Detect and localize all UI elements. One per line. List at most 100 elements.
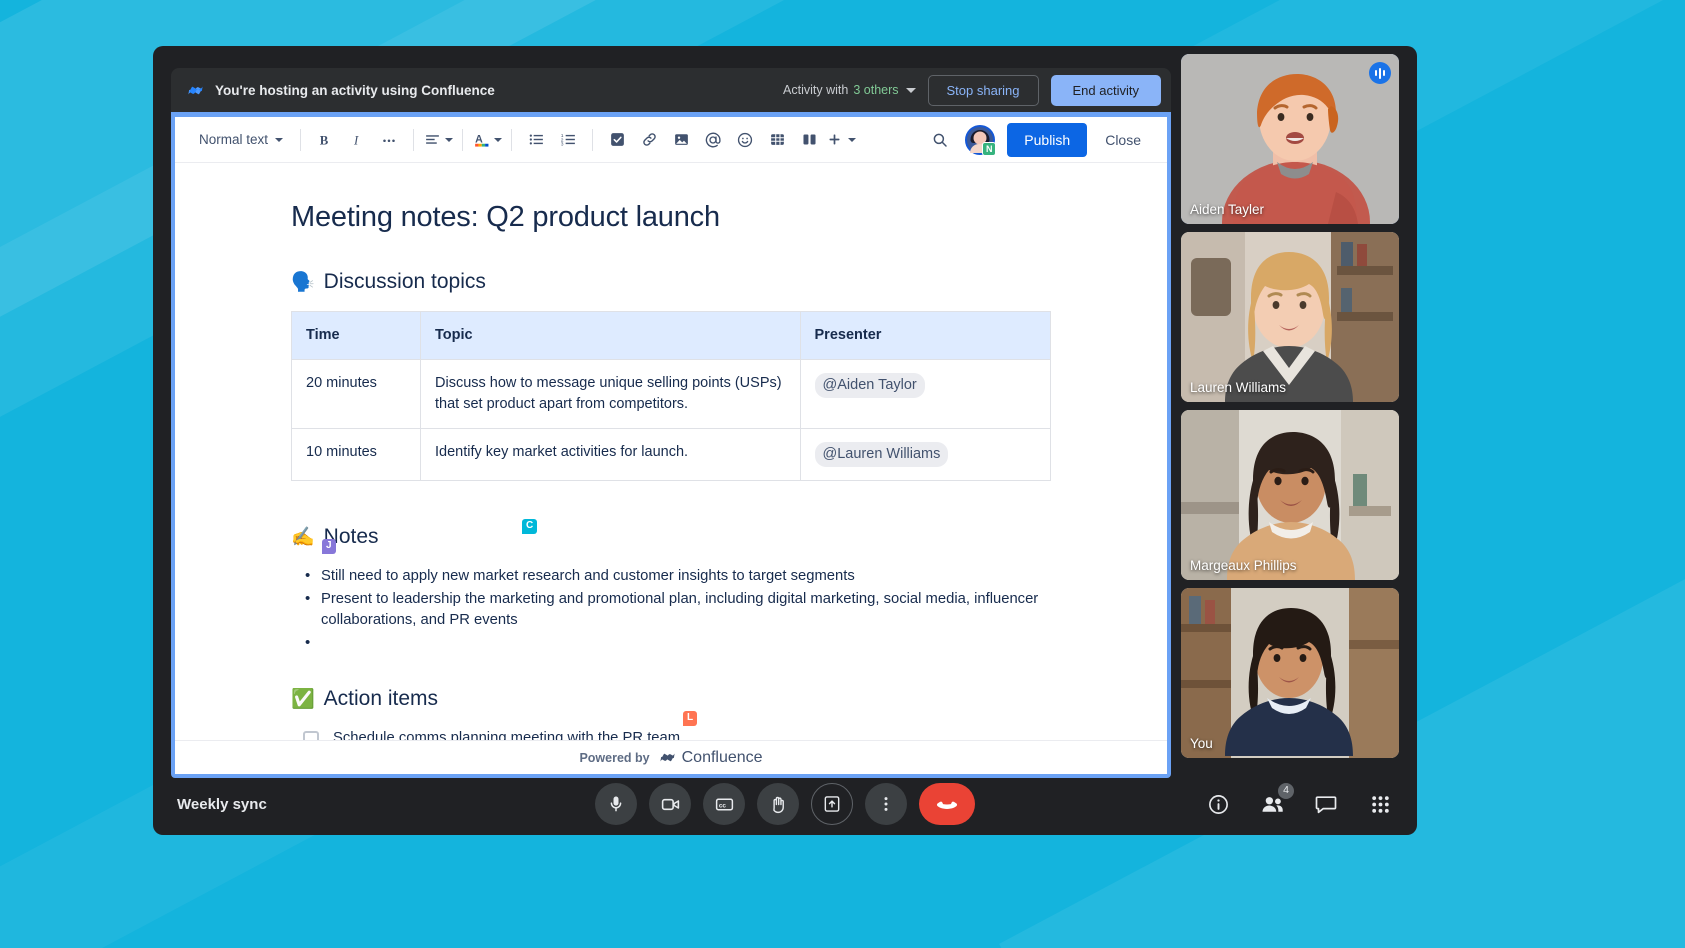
- publish-button[interactable]: Publish: [1007, 123, 1087, 157]
- participant-rail: Aiden Tayler: [1181, 54, 1399, 766]
- svg-text:B: B: [320, 133, 329, 147]
- close-editor-button[interactable]: Close: [1093, 124, 1153, 156]
- microphone-button[interactable]: [595, 783, 637, 825]
- chevron-down-icon: [848, 138, 856, 142]
- writing-hand-icon: ✍️: [291, 528, 315, 547]
- cell-presenter: @Aiden Taylor: [800, 360, 1050, 429]
- present-screen-icon: [822, 794, 842, 814]
- list-item: Present to leadership the marketing and …: [291, 589, 1051, 631]
- chat-bubble-icon: [1314, 792, 1338, 816]
- participant-tile-1[interactable]: Lauren Williams: [1181, 232, 1399, 402]
- cell-time: 10 minutes: [292, 429, 421, 481]
- video-camera-icon: [660, 794, 681, 815]
- avatar[interactable]: N: [965, 125, 995, 155]
- svg-text:I: I: [353, 133, 359, 147]
- participant-tile-3[interactable]: You: [1181, 588, 1399, 758]
- participant-tile-2[interactable]: Margeaux Phillips: [1181, 410, 1399, 580]
- text-color-button[interactable]: A: [472, 125, 502, 155]
- confluence-icon: [187, 82, 204, 99]
- bold-button[interactable]: B: [310, 125, 340, 155]
- insert-menu-button[interactable]: [826, 125, 856, 155]
- emoji-button[interactable]: [730, 125, 760, 155]
- italic-button[interactable]: I: [342, 125, 372, 155]
- text-align-button[interactable]: [423, 125, 453, 155]
- mic-icon: [606, 794, 626, 814]
- raise-hand-button[interactable]: [757, 783, 799, 825]
- text-style-label: Normal text: [199, 132, 268, 147]
- closed-captions-icon: cc: [714, 794, 735, 815]
- cell-topic: Identify key market activities for launc…: [421, 429, 801, 481]
- more-formatting-button[interactable]: [374, 125, 404, 155]
- divider: [592, 129, 593, 151]
- document-scroll-area[interactable]: Meeting notes: Q2 product launch 🗣️ Disc…: [175, 163, 1167, 778]
- image-button[interactable]: [666, 125, 696, 155]
- notes-list: Still need to apply new market research …: [291, 566, 1051, 653]
- speaking-head-icon: 🗣️: [291, 273, 315, 292]
- meeting-controls-right: 4: [1205, 791, 1393, 817]
- raised-hand-icon: [768, 794, 789, 815]
- stop-sharing-button[interactable]: Stop sharing: [928, 75, 1039, 106]
- powered-by-label: Powered by: [579, 751, 649, 765]
- more-options-button[interactable]: [865, 783, 907, 825]
- chat-button[interactable]: [1313, 791, 1339, 817]
- confluence-app-frame: Normal text B I: [171, 112, 1171, 778]
- participant-video: [1181, 232, 1399, 402]
- list-item: [291, 633, 1051, 653]
- participant-tile-0[interactable]: Aiden Tayler: [1181, 54, 1399, 224]
- svg-text:3: 3: [560, 142, 563, 148]
- participants-button[interactable]: 4: [1259, 791, 1285, 817]
- bullet-list-button[interactable]: [521, 125, 551, 155]
- cell-time: 20 minutes: [292, 360, 421, 429]
- check-mark-icon: ✅: [291, 690, 315, 709]
- activity-with-prefix: Activity with: [783, 83, 848, 97]
- banner-title: You're hosting an activity using Conflue…: [215, 83, 495, 98]
- section-heading-actions: ✅ Action items: [291, 687, 1051, 711]
- table-header-topic: Topic: [421, 312, 801, 360]
- mention-button[interactable]: [698, 125, 728, 155]
- chevron-down-icon: [445, 138, 453, 142]
- camera-button[interactable]: [649, 783, 691, 825]
- search-button[interactable]: [925, 125, 955, 155]
- mic-active-icon: [1369, 62, 1391, 84]
- page-title: Meeting notes: Q2 product launch: [291, 201, 1051, 234]
- info-icon: [1207, 793, 1230, 816]
- participant-name: You: [1190, 736, 1213, 751]
- text-style-dropdown[interactable]: Normal text: [189, 125, 291, 155]
- table-header-presenter: Presenter: [800, 312, 1050, 360]
- link-button[interactable]: [634, 125, 664, 155]
- numbered-list-button[interactable]: 123: [553, 125, 583, 155]
- divider: [413, 129, 414, 151]
- participant-name: Lauren Williams: [1190, 380, 1286, 395]
- collab-cursor-label: C: [522, 519, 537, 534]
- cell-presenter: @Lauren Williams: [800, 429, 1050, 481]
- meeting-controls-center: cc: [595, 783, 975, 825]
- chevron-down-icon: [494, 138, 502, 142]
- participant-name: Aiden Tayler: [1190, 202, 1264, 217]
- editor-toolbar: Normal text B I: [175, 117, 1167, 163]
- cell-topic: Discuss how to message unique selling po…: [421, 360, 801, 429]
- section-heading-label: Discussion topics: [324, 270, 486, 294]
- meeting-window: You're hosting an activity using Conflue…: [153, 46, 1417, 835]
- mention-chip[interactable]: @Aiden Taylor: [815, 373, 925, 398]
- activity-with-count: 3 others: [853, 83, 898, 97]
- table-button[interactable]: [762, 125, 792, 155]
- task-checkbox-button[interactable]: [602, 125, 632, 155]
- participant-name: Margeaux Phillips: [1190, 558, 1297, 573]
- activity-with-dropdown[interactable]: Activity with 3 others: [783, 83, 915, 97]
- kebab-menu-icon: [876, 794, 896, 814]
- table-header-row: Time Topic Presenter: [292, 312, 1051, 360]
- present-now-button[interactable]: [811, 783, 853, 825]
- meeting-details-button[interactable]: [1205, 791, 1231, 817]
- leave-call-button[interactable]: [919, 783, 975, 825]
- section-heading-discussion: 🗣️ Discussion topics: [291, 270, 1051, 294]
- activity-banner: You're hosting an activity using Conflue…: [171, 68, 1171, 112]
- mention-chip[interactable]: @Lauren Williams: [815, 442, 949, 467]
- confluence-icon: [659, 749, 676, 766]
- section-heading-label: Action items: [324, 687, 438, 711]
- layout-button[interactable]: [794, 125, 824, 155]
- activities-button[interactable]: [1367, 791, 1393, 817]
- brand-label: Confluence: [682, 749, 763, 767]
- captions-button[interactable]: cc: [703, 783, 745, 825]
- end-activity-button[interactable]: End activity: [1051, 75, 1161, 106]
- svg-text:A: A: [475, 133, 483, 145]
